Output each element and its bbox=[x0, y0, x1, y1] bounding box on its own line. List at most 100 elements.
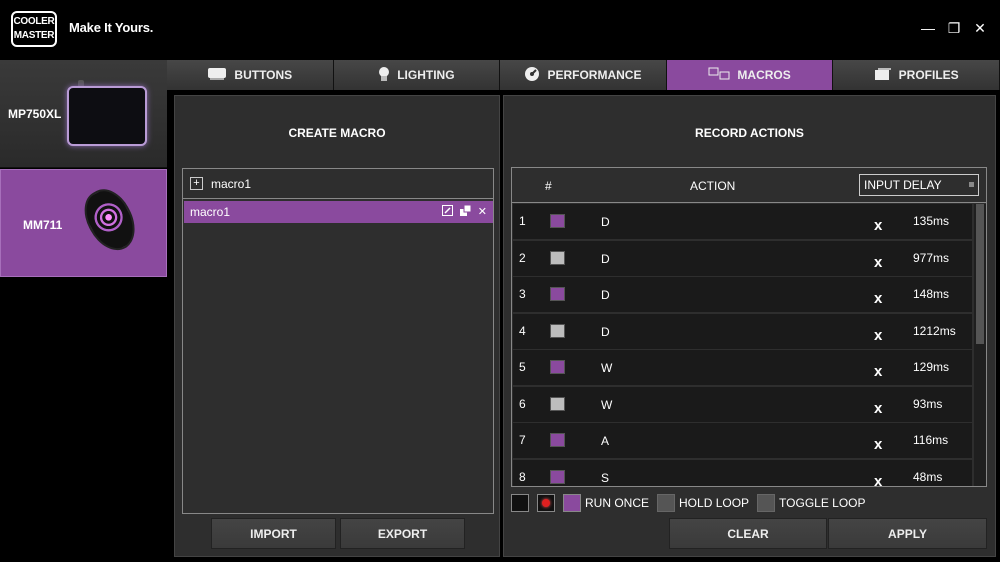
minimize-button[interactable]: — bbox=[920, 20, 936, 36]
row-number: 5 bbox=[519, 360, 526, 374]
stop-record-button[interactable] bbox=[511, 494, 529, 512]
row-number: 2 bbox=[519, 250, 526, 265]
actions-table: # ACTION INPUT DELAY 1 Dx 135ms 2 Dx 977ms 3 Dx… bbox=[511, 167, 987, 487]
tab-profiles[interactable]: PROFILES bbox=[833, 60, 1000, 90]
cooler-master-logo: COOLER MASTER bbox=[11, 11, 57, 47]
row-action: S bbox=[601, 470, 610, 485]
row-number: 4 bbox=[519, 323, 526, 338]
device-label: MM711 bbox=[23, 218, 63, 232]
playback-options: RUN ONCE HOLD LOOP TOGGLE LOOP bbox=[511, 493, 870, 513]
table-row[interactable]: 8 Sx 48ms bbox=[513, 459, 972, 487]
restore-button[interactable]: ❐ bbox=[946, 20, 962, 36]
lightbulb-icon bbox=[378, 66, 390, 85]
row-action: D bbox=[601, 215, 610, 229]
device-mm711[interactable]: MM711 bbox=[0, 169, 167, 277]
remove-action-icon[interactable]: x bbox=[874, 217, 882, 234]
tab-macros[interactable]: MACROS bbox=[666, 60, 834, 90]
row-delay: 129ms bbox=[913, 360, 950, 374]
table-row[interactable]: 7 Ax 116ms bbox=[513, 423, 972, 458]
record-actions-panel: RECORD ACTIONS # ACTION INPUT DELAY 1Dx1… bbox=[503, 95, 996, 557]
device-mp750xl[interactable]: MP750XL bbox=[0, 60, 167, 168]
main-tabs: BUTTONS LIGHTING PERFORMANCE MACROS PROF… bbox=[167, 60, 1000, 90]
column-header-number: # bbox=[545, 179, 552, 193]
dropdown-arrow-icon bbox=[969, 182, 974, 187]
toggle-loop-checkbox[interactable] bbox=[757, 494, 776, 512]
remove-action-icon[interactable]: x bbox=[874, 327, 882, 344]
macro-icon bbox=[708, 67, 730, 84]
run-once-checkbox[interactable] bbox=[563, 494, 581, 512]
row-delay: 93ms bbox=[913, 396, 943, 411]
key-up-icon bbox=[550, 396, 565, 411]
remove-action-icon[interactable]: x bbox=[874, 290, 882, 307]
tab-performance[interactable]: PERFORMANCE bbox=[500, 60, 667, 90]
mouse-image bbox=[75, 181, 145, 259]
row-number: 3 bbox=[519, 287, 526, 301]
scrollbar-thumb[interactable] bbox=[976, 204, 984, 344]
close-button[interactable]: ✕ bbox=[972, 20, 988, 36]
record-button[interactable] bbox=[537, 494, 555, 512]
apply-button[interactable]: APPLY bbox=[828, 518, 987, 549]
table-row[interactable]: 2 Dx 977ms bbox=[513, 240, 972, 276]
device-label: MP750XL bbox=[8, 107, 62, 121]
row-delay: 135ms bbox=[913, 214, 950, 228]
remove-action-icon[interactable]: x bbox=[874, 436, 882, 453]
row-action: D bbox=[601, 251, 610, 266]
key-up-icon bbox=[550, 250, 565, 265]
profiles-icon bbox=[874, 67, 892, 84]
new-macro-row[interactable]: + macro1 bbox=[183, 169, 493, 199]
tab-buttons[interactable]: BUTTONS bbox=[167, 60, 334, 90]
row-action: D bbox=[601, 324, 610, 339]
row-delay: 48ms bbox=[913, 469, 943, 484]
toggle-loop-label: TOGGLE LOOP bbox=[779, 496, 866, 510]
remove-action-icon[interactable]: x bbox=[874, 473, 882, 487]
mousepad-image bbox=[67, 86, 147, 146]
table-row[interactable]: 6 Wx 93ms bbox=[513, 386, 972, 422]
input-delay-select[interactable]: INPUT DELAY bbox=[859, 174, 979, 196]
key-down-icon bbox=[550, 214, 565, 228]
panel-title: RECORD ACTIONS bbox=[695, 126, 804, 140]
row-delay: 116ms bbox=[913, 433, 949, 447]
row-action: D bbox=[601, 288, 610, 302]
row-delay: 977ms bbox=[913, 250, 950, 265]
key-up-icon bbox=[550, 323, 565, 338]
hold-loop-checkbox[interactable] bbox=[657, 494, 676, 512]
row-delay: 148ms bbox=[913, 287, 950, 301]
list-item[interactable]: macro1 ✕ bbox=[184, 201, 493, 223]
hold-loop-label: HOLD LOOP bbox=[679, 496, 750, 510]
tagline: Make It Yours. bbox=[69, 20, 154, 35]
table-row[interactable]: 4 Dx 1212ms bbox=[513, 313, 972, 349]
row-number: 1 bbox=[519, 214, 526, 228]
delete-icon[interactable]: ✕ bbox=[478, 205, 487, 219]
remove-action-icon[interactable]: x bbox=[874, 363, 882, 380]
remove-action-icon[interactable]: x bbox=[874, 400, 882, 417]
table-row[interactable]: 5 Wx 129ms bbox=[513, 350, 972, 385]
edit-icon[interactable] bbox=[441, 205, 453, 219]
title-bar: COOLER MASTER Make It Yours. — ❐ ✕ bbox=[0, 0, 1000, 58]
row-number: 7 bbox=[519, 433, 526, 447]
plus-icon[interactable]: + bbox=[190, 177, 203, 190]
remove-action-icon[interactable]: x bbox=[874, 254, 882, 271]
clear-button[interactable]: CLEAR bbox=[669, 518, 827, 549]
tab-lighting[interactable]: LIGHTING bbox=[333, 60, 501, 90]
macro-name: macro1 bbox=[190, 205, 231, 219]
row-action: W bbox=[601, 397, 613, 412]
key-down-icon bbox=[550, 360, 565, 374]
button-icon bbox=[207, 67, 227, 84]
table-row[interactable]: 1 Dx 135ms bbox=[513, 204, 972, 239]
duplicate-icon[interactable] bbox=[459, 204, 472, 219]
tab-label: PERFORMANCE bbox=[547, 68, 642, 82]
column-header-action: ACTION bbox=[690, 179, 736, 193]
create-macro-panel: CREATE MACRO + macro1 macro1 ✕ IMPORT EX… bbox=[174, 95, 500, 557]
macro-list: + macro1 macro1 ✕ bbox=[182, 168, 494, 514]
row-action: W bbox=[601, 361, 613, 375]
run-once-label: RUN ONCE bbox=[585, 496, 650, 510]
export-button[interactable]: EXPORT bbox=[340, 518, 465, 549]
gauge-icon bbox=[524, 66, 540, 85]
tab-label: PROFILES bbox=[898, 68, 959, 82]
select-value: INPUT DELAY bbox=[864, 178, 942, 192]
row-number: 6 bbox=[519, 396, 526, 411]
import-button[interactable]: IMPORT bbox=[211, 518, 336, 549]
table-row[interactable]: 3 Dx 148ms bbox=[513, 277, 972, 312]
scrollbar[interactable] bbox=[974, 204, 986, 486]
key-down-icon bbox=[550, 287, 565, 301]
